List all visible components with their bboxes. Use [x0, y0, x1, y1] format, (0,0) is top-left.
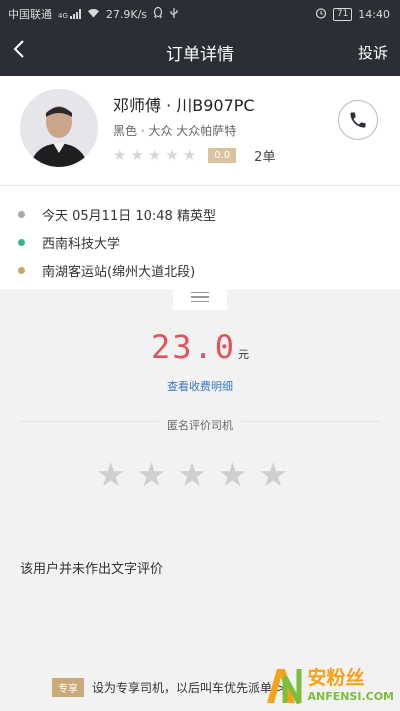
fee-amount: 23.0: [150, 328, 237, 366]
driver-card: 邓师傅 · 川B907PC 黑色 · 大众 大众帕萨特 ★ ★ ★ ★ ★ 0.…: [0, 76, 400, 186]
status-time: 14:40: [358, 7, 390, 21]
trip-start: 西南科技大学: [42, 236, 121, 252]
alarm-icon: [315, 7, 327, 22]
exclusive-driver-tip[interactable]: 专享 设为专享司机，以后叫车优先派单 >: [52, 678, 286, 697]
star-icon: ★: [165, 146, 179, 164]
driver-rating: ★ ★ ★ ★ ★ 0.0 2单: [113, 146, 276, 166]
order-count: 2单: [254, 150, 276, 165]
trip-info: 今天 05月11日 10:48 精英型 西南科技大学 南湖客运站(绵州大道北段): [0, 186, 400, 289]
trip-time: 今天 05月11日 10:48 精英型: [42, 208, 216, 224]
complaint-button[interactable]: 投诉: [358, 42, 388, 63]
qq-icon: [153, 6, 163, 22]
usb-icon: [169, 7, 179, 22]
star-icon[interactable]: ★: [218, 458, 248, 491]
exclusive-badge: 专享: [52, 678, 84, 697]
driver-name: 邓师傅 · 川B907PC: [113, 96, 255, 115]
star-icon[interactable]: ★: [96, 458, 126, 491]
star-icon[interactable]: ★: [137, 458, 167, 491]
star-icon[interactable]: ★: [258, 458, 288, 491]
chevron-left-icon[interactable]: [12, 39, 40, 65]
clock-dot: [18, 210, 25, 218]
exclusive-driver-link[interactable]: 设为专享司机，以后叫车优先派单 >: [92, 679, 286, 696]
signal-icon: [69, 9, 81, 19]
watermark-cn: 安粉丝: [307, 666, 365, 689]
status-bar: 中国联通 4G 27.9K/s 71 14:40: [0, 0, 400, 28]
fee-display: 23.0 元: [0, 328, 400, 366]
end-dot: [18, 266, 25, 274]
driver-avatar: [20, 89, 98, 167]
star-icon[interactable]: ★: [177, 458, 207, 491]
star-icon: ★: [130, 146, 144, 164]
trip-end: 南湖客运站(绵州大道北段): [42, 264, 196, 280]
wifi-icon: [87, 8, 100, 21]
score-badge: 0.0: [208, 148, 237, 163]
review-comment: 该用户并未作出文字评价: [20, 562, 164, 577]
nav-bar: 订单详情 投诉: [0, 28, 400, 76]
carrier-label: 中国联通: [8, 8, 52, 21]
watermark: 安粉丝 ANFENSI.COM: [263, 665, 394, 705]
battery-indicator: 71: [332, 7, 353, 21]
star-icon: ★: [147, 146, 162, 164]
menu-handle-icon[interactable]: [173, 284, 227, 310]
star-icon: ★: [113, 146, 127, 164]
phone-icon: [350, 112, 366, 128]
review-stars: ★ ★ ★ ★ ★: [96, 458, 288, 491]
trip-time-row: 今天 05月11日 10:48 精英型: [0, 200, 400, 228]
fee-detail-link[interactable]: 查看收费明细: [0, 378, 400, 394]
fee-unit: 元: [238, 348, 250, 361]
call-driver-button[interactable]: [338, 100, 378, 140]
network-type: 4G: [58, 12, 68, 20]
trip-end-row: 南湖客运站(绵州大道北段): [0, 256, 400, 284]
page-title: 订单详情: [166, 44, 234, 65]
start-dot: [18, 238, 25, 246]
watermark-en: ANFENSI.COM: [307, 689, 394, 703]
star-icon: ★: [182, 146, 197, 164]
anonymous-review-label: 匿名评价司机: [0, 414, 400, 433]
driver-car-info: 黑色 · 大众 大众帕萨特: [113, 124, 237, 138]
watermark-logo-icon: [263, 665, 303, 705]
trip-start-row: 西南科技大学: [0, 228, 400, 256]
network-speed: 27.9K/s: [105, 7, 148, 21]
